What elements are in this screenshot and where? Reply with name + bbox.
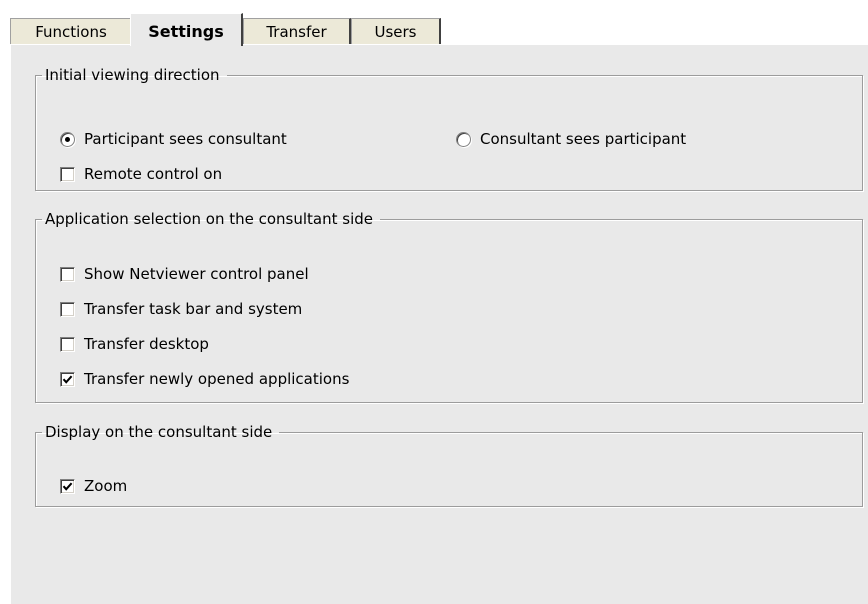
checkmark-icon xyxy=(62,375,73,384)
settings-panel: Initial viewing direction Participant se… xyxy=(10,44,868,604)
transfer-task-bar-checkbox[interactable]: Transfer task bar and system xyxy=(60,300,302,318)
radio-button[interactable] xyxy=(60,131,75,147)
display-group: Display on the consultant side Zoom xyxy=(35,423,863,507)
display-title: Display on the consultant side xyxy=(45,423,273,441)
checkbox-label: Show Netviewer control panel xyxy=(84,265,309,283)
transfer-newly-opened-applications-checkbox[interactable]: Transfer newly opened applications xyxy=(60,370,349,388)
radio-label: Participant sees consultant xyxy=(84,130,287,148)
checkbox-label: Zoom xyxy=(84,477,128,495)
zoom-checkbox[interactable]: Zoom xyxy=(60,477,127,495)
remote-control-checkbox[interactable]: Remote control on xyxy=(60,165,222,183)
tab-strip: Functions Settings Transfer Users xyxy=(10,12,868,46)
application-selection-title: Application selection on the consultant … xyxy=(45,210,373,228)
tab-users[interactable]: Users xyxy=(351,18,441,44)
application-selection-group: Application selection on the consultant … xyxy=(35,210,863,403)
tab-label: Transfer xyxy=(266,23,327,41)
transfer-desktop-checkbox[interactable]: Transfer desktop xyxy=(60,335,209,353)
checkbox-label: Transfer task bar and system xyxy=(84,300,303,318)
tab-functions[interactable]: Functions xyxy=(10,18,131,44)
viewing-direction-group: Initial viewing direction Participant se… xyxy=(35,66,863,191)
checkbox-box[interactable] xyxy=(60,166,75,182)
checkbox-box[interactable] xyxy=(60,478,75,494)
checkbox-label: Remote control on xyxy=(84,165,223,183)
checkbox-label: Transfer desktop xyxy=(84,335,209,353)
consultant-sees-participant-radio[interactable]: Consultant sees participant xyxy=(456,130,686,148)
radio-button[interactable] xyxy=(456,131,471,147)
checkbox-box[interactable] xyxy=(60,266,75,282)
participant-sees-consultant-radio[interactable]: Participant sees consultant xyxy=(60,130,287,148)
checkbox-label: Transfer newly opened applications xyxy=(84,370,350,388)
tab-transfer[interactable]: Transfer xyxy=(243,18,351,44)
tab-label: Functions xyxy=(35,23,107,41)
show-netviewer-control-panel-checkbox[interactable]: Show Netviewer control panel xyxy=(60,265,309,283)
checkbox-box[interactable] xyxy=(60,301,75,317)
tab-settings[interactable]: Settings xyxy=(130,13,243,46)
tab-label: Users xyxy=(374,23,417,41)
radio-selected-dot xyxy=(65,136,70,142)
checkbox-box[interactable] xyxy=(60,336,75,352)
viewing-direction-title: Initial viewing direction xyxy=(45,66,220,84)
radio-label: Consultant sees participant xyxy=(480,130,687,148)
tab-label: Settings xyxy=(148,22,224,41)
checkbox-box[interactable] xyxy=(60,371,75,387)
checkmark-icon xyxy=(62,482,73,491)
